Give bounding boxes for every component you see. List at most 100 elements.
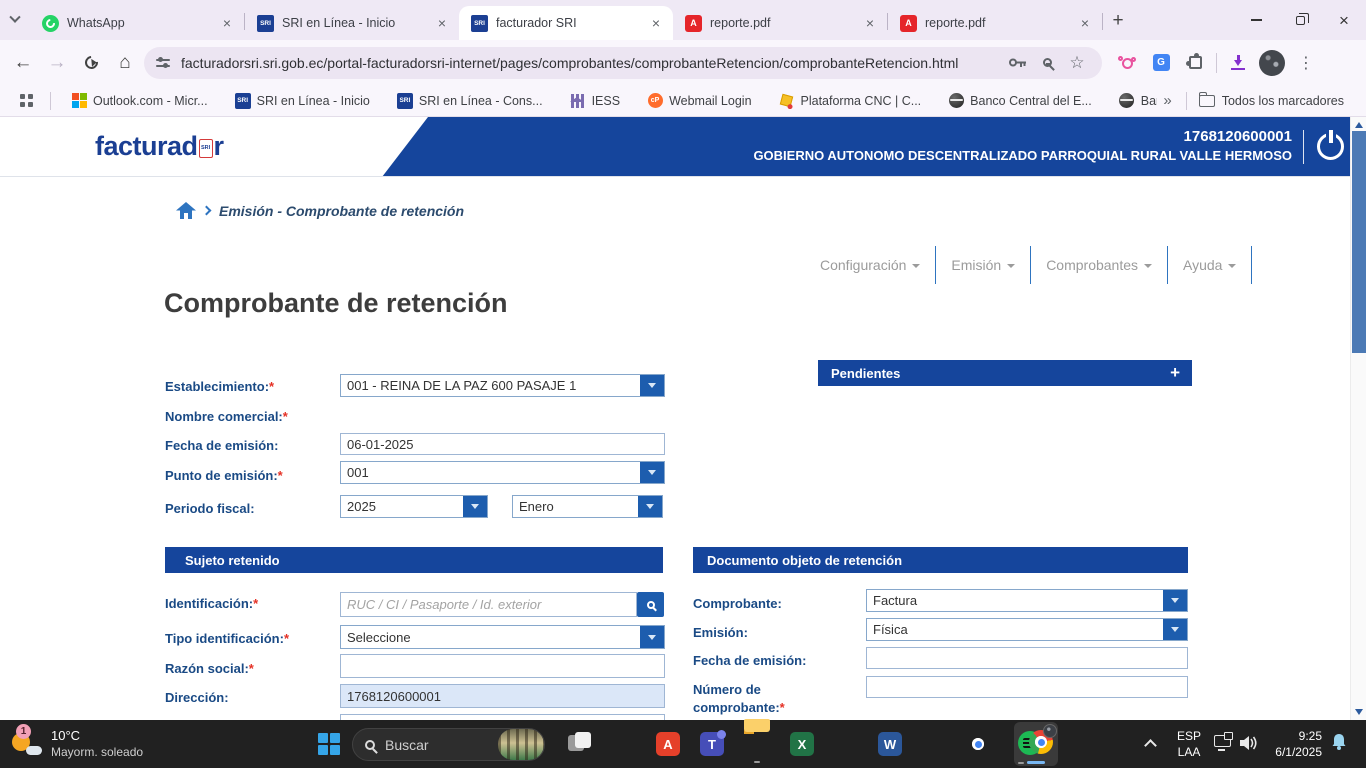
direccion-field[interactable] <box>340 684 665 708</box>
bookmark-outlook[interactable]: Outlook.com - Micr... <box>71 93 208 109</box>
password-key-button[interactable] <box>1002 48 1032 78</box>
comprobante-select[interactable]: Factura <box>866 589 1188 612</box>
tray-overflow-chevron[interactable] <box>1144 739 1157 752</box>
header-divider <box>1303 130 1304 164</box>
dropdown-button[interactable] <box>640 626 664 648</box>
file-explorer-button[interactable] <box>744 732 768 756</box>
weather-widget[interactable]: 1 10°C Mayorm. soleado <box>10 726 143 760</box>
word-button[interactable] <box>878 732 902 756</box>
scrollbar-thumb[interactable] <box>1352 131 1366 353</box>
dropdown-button[interactable] <box>640 462 664 483</box>
tab-close-button[interactable] <box>218 14 236 32</box>
pendientes-expand-button[interactable]: + <box>1170 363 1192 383</box>
back-button[interactable] <box>6 46 40 80</box>
scroll-up-arrow[interactable] <box>1355 122 1363 128</box>
edge-button[interactable] <box>834 732 858 756</box>
documento-fecha-emision-field[interactable] <box>866 647 1188 669</box>
bookmark-banco-central-1[interactable]: Banco Central del E... <box>948 93 1092 109</box>
dropdown-button[interactable] <box>463 496 487 517</box>
tipo-identificacion-select[interactable]: Seleccione <box>340 625 665 649</box>
all-bookmarks-button[interactable]: Todos los marcadores <box>1199 94 1344 108</box>
apps-grid-icon[interactable] <box>20 94 34 108</box>
tab-sri-inicio[interactable]: SRI en Línea - Inicio <box>245 6 459 40</box>
taskbar-search[interactable]: Buscar <box>352 728 545 761</box>
bookmark-star-button[interactable] <box>1062 48 1092 78</box>
dropdown-button[interactable] <box>640 375 664 396</box>
task-view-button[interactable] <box>568 732 592 756</box>
bookmarks-overflow-button[interactable]: » <box>1163 92 1171 109</box>
tab-whatsapp[interactable]: WhatsApp <box>30 6 244 40</box>
menu-ayuda[interactable]: Ayuda <box>1168 246 1251 284</box>
page-scrollbar[interactable] <box>1350 117 1366 720</box>
tab-close-button[interactable] <box>861 14 879 32</box>
tab-close-button[interactable] <box>1076 14 1094 32</box>
menu-comprobantes[interactable]: Comprobantes <box>1031 246 1167 284</box>
active-app-group[interactable] <box>1014 722 1058 766</box>
identificacion-field[interactable] <box>340 592 637 617</box>
new-tab-button[interactable]: + <box>1103 7 1133 35</box>
logout-power-button[interactable] <box>1317 133 1344 160</box>
home-button[interactable] <box>108 46 142 80</box>
menu-configuracion[interactable]: Configuración <box>805 246 935 284</box>
tab-reporte-pdf-1[interactable]: reporte.pdf <box>673 6 887 40</box>
start-button[interactable] <box>318 733 340 755</box>
volume-icon[interactable] <box>1240 735 1260 751</box>
zoom-out-button[interactable] <box>1032 48 1062 78</box>
copilot-button[interactable] <box>612 732 636 756</box>
dropdown-button[interactable] <box>638 496 662 517</box>
keyboard-language[interactable]: ESP LAA <box>1172 728 1206 760</box>
profile-button[interactable] <box>1255 46 1289 80</box>
tab-close-button[interactable] <box>433 14 451 32</box>
window-minimize-button[interactable] <box>1234 0 1278 40</box>
punto-emision-select[interactable]: 001 <box>340 461 665 484</box>
search-icon <box>365 740 375 750</box>
bookmark-sri-inicio[interactable]: SRI en Línea - Inicio <box>235 93 370 109</box>
pendientes-panel-header[interactable]: Pendientes + <box>818 360 1192 386</box>
tab-close-button[interactable] <box>647 14 665 32</box>
menu-emision[interactable]: Emisión <box>936 246 1030 284</box>
razon-social-field[interactable] <box>340 654 665 678</box>
url-text[interactable]: facturadorsri.sri.gob.ec/portal-facturad… <box>181 55 1002 71</box>
bookmark-cnc[interactable]: Plataforma CNC | C... <box>779 93 922 109</box>
firefox-button[interactable] <box>922 732 946 756</box>
pdf-app-button[interactable] <box>656 732 680 756</box>
bookmark-sri-consultas[interactable]: SRI en Línea - Cons... <box>397 93 543 109</box>
bookmark-iess[interactable]: IESS <box>570 93 621 109</box>
identificacion-search-button[interactable] <box>637 592 664 617</box>
chrome-button[interactable] <box>966 732 990 756</box>
home-icon[interactable] <box>176 202 196 219</box>
site-info-icon[interactable] <box>156 59 170 67</box>
translate-button[interactable] <box>1144 46 1178 80</box>
network-icon[interactable] <box>1214 735 1231 747</box>
periodo-year-select[interactable]: 2025 <box>340 495 488 518</box>
dropdown-button[interactable] <box>1163 590 1187 611</box>
tab-reporte-pdf-2[interactable]: reporte.pdf <box>888 6 1102 40</box>
tab-search-button[interactable] <box>0 0 30 40</box>
taskbar-clock[interactable]: 9:25 6/1/2025 <box>1266 728 1322 760</box>
address-bar[interactable]: facturadorsri.sri.gob.ec/portal-facturad… <box>144 47 1102 79</box>
notification-bell-icon[interactable] <box>1330 733 1348 751</box>
excel-button[interactable] <box>790 732 814 756</box>
search-highlight-image[interactable] <box>498 729 544 760</box>
downloads-button[interactable] <box>1221 46 1255 80</box>
window-close-button[interactable] <box>1322 0 1366 40</box>
numero-comprobante-field[interactable] <box>866 676 1188 698</box>
browser-menu-button[interactable] <box>1289 46 1323 80</box>
forward-button[interactable] <box>40 46 74 80</box>
scroll-down-arrow[interactable] <box>1355 709 1363 715</box>
back-icon <box>14 52 33 74</box>
periodo-month-select[interactable]: Enero <box>512 495 663 518</box>
establecimiento-select[interactable]: 001 - REINA DE LA PAZ 600 PASAJE 1 <box>340 374 665 397</box>
tab-facturador-sri-active[interactable]: facturador SRI <box>459 6 673 40</box>
emision-select[interactable]: Física <box>866 618 1188 641</box>
extension-sparkle-button[interactable] <box>1110 46 1144 80</box>
window-restore-button[interactable] <box>1278 0 1322 40</box>
reload-button[interactable] <box>74 46 108 80</box>
teams-button[interactable] <box>700 732 724 756</box>
extensions-button[interactable] <box>1178 46 1212 80</box>
chevron-down-icon <box>1007 264 1015 268</box>
dropdown-button[interactable] <box>1163 619 1187 640</box>
bookmark-banco-central-2[interactable]: Banco Central del E... <box>1119 93 1158 109</box>
bookmark-webmail[interactable]: Webmail Login <box>647 93 751 109</box>
fecha-emision-field[interactable] <box>340 433 665 455</box>
